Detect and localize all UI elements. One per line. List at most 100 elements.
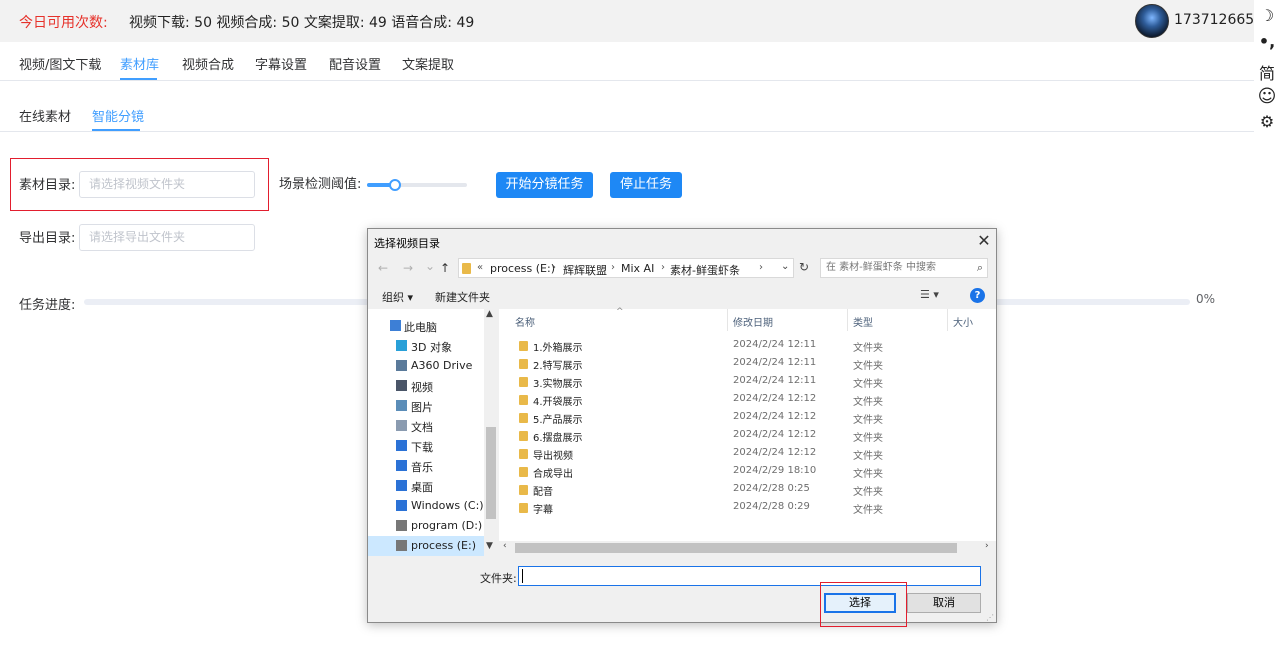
help-icon[interactable]: ? bbox=[970, 288, 985, 303]
nav-pane-item[interactable]: process (E:) bbox=[368, 536, 484, 556]
file-row[interactable]: 合成导出 2024/2/29 18:10 文件夹 bbox=[499, 463, 996, 481]
nav-pane-item[interactable]: 文档 bbox=[368, 416, 484, 436]
export-dir-input[interactable]: 请选择导出文件夹 bbox=[79, 224, 255, 251]
scrollbar-thumb[interactable] bbox=[515, 543, 957, 553]
file-date: 2024/2/24 12:12 bbox=[733, 393, 817, 404]
tab-video-download[interactable]: 视频/图文下载 bbox=[19, 54, 101, 73]
tab-online-material[interactable]: 在线素材 bbox=[19, 106, 71, 125]
breadcrumb-item[interactable]: process (E:) bbox=[490, 262, 555, 275]
nav-pane-item[interactable]: A360 Drive bbox=[368, 356, 484, 376]
close-icon[interactable]: ✕ bbox=[974, 231, 994, 250]
scroll-up-icon[interactable]: ▲ bbox=[486, 309, 493, 319]
resize-grip-icon[interactable]: ⋰ bbox=[986, 613, 994, 622]
punctuation-icon[interactable]: •, bbox=[1254, 32, 1280, 51]
tab-video-compose[interactable]: 视频合成 bbox=[182, 54, 234, 73]
chevron-down-icon[interactable]: ⌄ bbox=[781, 261, 789, 272]
threshold-slider[interactable] bbox=[367, 183, 467, 187]
folder-icon bbox=[519, 449, 528, 459]
navigation-pane: 此电脑 3D 对象 A360 Drive 视频图片 文档 下载 音乐 桌面 Windows (C… bbox=[368, 309, 498, 556]
file-name: 4.开袋展示 bbox=[533, 397, 583, 408]
nav-pane-item[interactable]: 图片 bbox=[368, 396, 484, 416]
emoji-icon[interactable]: ☺ bbox=[1254, 86, 1280, 107]
column-header-size[interactable]: 大小 bbox=[953, 314, 973, 329]
start-storyboard-button[interactable]: 开始分镜任务 bbox=[496, 172, 593, 198]
organize-menu[interactable]: 组织 ▾ bbox=[382, 289, 413, 305]
username[interactable]: 1737126651 bbox=[1174, 12, 1254, 28]
file-row[interactable]: 1.外箱展示 2024/2/24 12:11 文件夹 bbox=[499, 337, 996, 355]
column-divider[interactable] bbox=[727, 309, 728, 331]
nav-pane-item[interactable]: program (D:) bbox=[368, 516, 484, 536]
tab-dubbing-settings[interactable]: 配音设置 bbox=[329, 54, 381, 73]
drive-icon bbox=[396, 520, 407, 531]
scroll-down-icon[interactable]: ▼ bbox=[486, 541, 493, 551]
scroll-right-icon[interactable]: › bbox=[985, 541, 989, 551]
back-arrow-icon[interactable]: ← bbox=[378, 261, 388, 275]
file-row[interactable]: 6.摆盘展示 2024/2/24 12:12 文件夹 bbox=[499, 427, 996, 445]
nav-pane-item[interactable]: 桌面 bbox=[368, 476, 484, 496]
file-date: 2024/2/24 12:11 bbox=[733, 375, 817, 386]
stop-task-button[interactable]: 停止任务 bbox=[610, 172, 682, 198]
forward-arrow-icon[interactable]: → bbox=[403, 261, 413, 275]
simplified-chinese-icon[interactable]: 简 bbox=[1254, 60, 1280, 84]
folder-icon bbox=[519, 413, 528, 423]
scroll-left-icon[interactable]: ‹ bbox=[503, 541, 507, 551]
avatar[interactable] bbox=[1135, 4, 1169, 38]
export-dir-label: 导出目录: bbox=[19, 231, 76, 246]
gear-icon[interactable]: ⚙ bbox=[1254, 112, 1280, 131]
folder-search-input[interactable]: 在 素材-鲜蛋虾条 中搜索 ⌕ bbox=[820, 258, 988, 278]
folder-icon bbox=[519, 467, 528, 477]
nav-pane-item[interactable]: 此电脑 bbox=[368, 316, 484, 336]
material-dir-input[interactable]: 请选择视频文件夹 bbox=[79, 171, 255, 198]
nav-pane-item-label: 视频 bbox=[411, 381, 433, 394]
column-header-name[interactable]: 名称 bbox=[515, 314, 535, 329]
file-name: 6.摆盘展示 bbox=[533, 433, 583, 444]
refresh-icon[interactable]: ↻ bbox=[796, 260, 812, 276]
address-bar[interactable]: « process (E:) › 辉辉联盟 › Mix AI › 素材-鲜蛋虾条… bbox=[458, 258, 794, 278]
folder-name-input[interactable] bbox=[518, 566, 981, 586]
new-folder-button[interactable]: 新建文件夹 bbox=[435, 289, 490, 305]
file-row[interactable]: 字幕 2024/2/28 0:29 文件夹 bbox=[499, 499, 996, 517]
recent-locations-icon[interactable]: ⌄ bbox=[425, 259, 435, 273]
nav-pane-item[interactable]: 3D 对象 bbox=[368, 336, 484, 356]
tab-smart-storyboard[interactable]: 智能分镜 bbox=[92, 106, 144, 125]
nav-pane-item[interactable]: 音乐 bbox=[368, 456, 484, 476]
file-type: 文件夹 bbox=[853, 451, 883, 462]
file-row[interactable]: 2.特写展示 2024/2/24 12:11 文件夹 bbox=[499, 355, 996, 373]
file-list-hscrollbar[interactable]: ‹ › bbox=[499, 541, 996, 555]
music-icon bbox=[396, 460, 407, 471]
nav-pane-item[interactable]: Windows (C:) bbox=[368, 496, 484, 516]
file-date: 2024/2/28 0:25 bbox=[733, 483, 810, 494]
column-divider[interactable] bbox=[947, 309, 948, 331]
nav-pane-item[interactable]: 视频 bbox=[368, 376, 484, 396]
file-name: 配音 bbox=[533, 487, 553, 498]
drive-icon bbox=[396, 540, 407, 551]
file-row[interactable]: 导出视频 2024/2/24 12:12 文件夹 bbox=[499, 445, 996, 463]
up-arrow-icon[interactable]: ↑ bbox=[440, 261, 450, 275]
file-name: 1.外箱展示 bbox=[533, 343, 583, 354]
file-type: 文件夹 bbox=[853, 397, 883, 408]
cancel-button[interactable]: 取消 bbox=[907, 593, 981, 613]
scrollbar-thumb[interactable] bbox=[486, 427, 496, 519]
breadcrumb-item[interactable]: Mix AI bbox=[621, 262, 654, 275]
column-divider[interactable] bbox=[847, 309, 848, 331]
file-row[interactable]: 3.实物展示 2024/2/24 12:11 文件夹 bbox=[499, 373, 996, 391]
tab-subtitle-settings[interactable]: 字幕设置 bbox=[255, 54, 307, 73]
column-header-date[interactable]: 修改日期 bbox=[733, 314, 773, 329]
nav-pane-item[interactable]: 下载 bbox=[368, 436, 484, 456]
breadcrumb-item[interactable]: 辉辉联盟 bbox=[563, 262, 607, 278]
view-options-icon[interactable]: ☰ ▾ bbox=[920, 288, 939, 301]
file-type: 文件夹 bbox=[853, 379, 883, 390]
breadcrumb-item[interactable]: 素材-鲜蛋虾条 bbox=[670, 262, 740, 278]
file-date: 2024/2/24 12:12 bbox=[733, 429, 817, 440]
breadcrumb-overflow[interactable]: « bbox=[477, 262, 483, 273]
nav-pane-item-label: program (D:) bbox=[411, 519, 483, 532]
tab-material-library[interactable]: 素材库 bbox=[120, 54, 159, 73]
column-header-type[interactable]: 类型 bbox=[853, 314, 873, 329]
file-row[interactable]: 5.产品展示 2024/2/24 12:12 文件夹 bbox=[499, 409, 996, 427]
threshold-slider-handle[interactable] bbox=[389, 179, 401, 191]
moon-icon[interactable]: ☽ bbox=[1254, 6, 1280, 25]
navigation-scrollbar[interactable]: ▲ ▼ bbox=[484, 309, 498, 555]
file-row[interactable]: 配音 2024/2/28 0:25 文件夹 bbox=[499, 481, 996, 499]
tab-copy-extract[interactable]: 文案提取 bbox=[402, 54, 454, 73]
file-row[interactable]: 4.开袋展示 2024/2/24 12:12 文件夹 bbox=[499, 391, 996, 409]
